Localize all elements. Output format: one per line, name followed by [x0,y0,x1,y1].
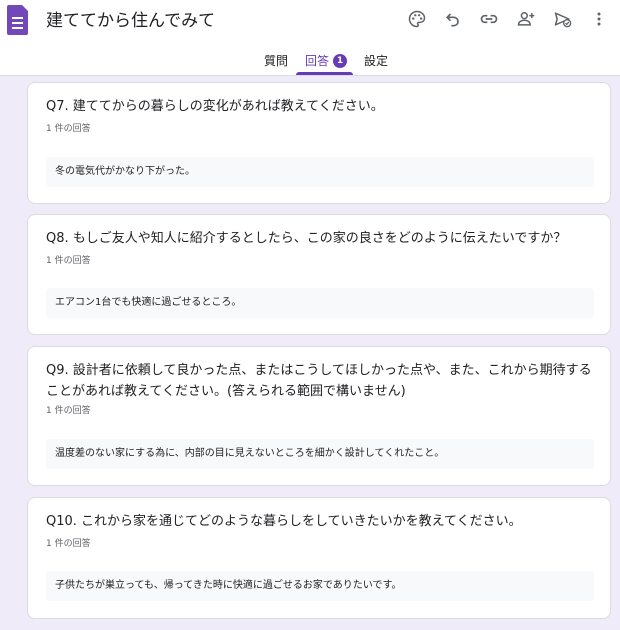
more-vert-icon[interactable] [587,7,611,31]
answer-text: 子供たちが巣立っても、帰ってきた時に快適に過ごせるお家でありたいです。 [46,571,594,601]
response-count-badge: 1 [333,54,347,68]
tab-responses[interactable]: 回答 [305,52,329,70]
answer-text: エアコン1台でも快適に過ごせるところ。 [46,288,594,318]
question-card-q10: Q10. これから家を通じてどのような暮らしをしていきたいかを教えてください。 … [27,497,611,619]
palette-icon[interactable] [405,7,429,31]
question-card-q9: Q9. 設計者に依頼して良かった点、またはこうしてほしかった点や、また、これから… [27,346,611,486]
tab-settings[interactable]: 設定 [364,52,388,70]
response-count: 1 件の回答 [46,406,91,416]
question-card-q7: Q7. 建ててからの暮らしの変化があれば教えてください。 1 件の回答 冬の電気… [27,82,611,204]
question-title: Q7. 建ててからの暮らしの変化があれば教えてください。 [46,99,384,114]
response-count: 1 件の回答 [46,256,91,266]
answer-text: 温度差のない家にする為に、内部の目に見えないところを細かく設計してくれたこと。 [46,439,594,469]
question-title: Q9. 設計者に依頼して良かった点、またはこうしてほしかった点や、また、これから… [46,363,592,399]
question-title: Q8. もしご友人や知人に紹介するとしたら、この家の良さをどのように伝えたいです… [46,231,567,246]
undo-icon[interactable] [441,7,465,31]
link-icon[interactable] [477,7,501,31]
send-icon[interactable] [551,7,575,31]
active-tab-indicator [296,72,353,75]
response-count: 1 件の回答 [46,539,91,549]
tab-questions[interactable]: 質問 [264,52,288,70]
form-title[interactable]: 建ててから住んでみて [46,9,215,33]
add-collaborator-icon[interactable] [514,7,538,31]
response-count: 1 件の回答 [46,124,91,134]
top-app-bar: 建ててから住んでみて 質問 回答 1 設定 [0,0,620,76]
answer-text: 冬の電気代がかなり下がった。 [46,157,594,187]
question-card-q8: Q8. もしご友人や知人に紹介するとしたら、この家の良さをどのように伝えたいです… [27,214,611,335]
forms-logo-icon[interactable] [7,5,28,35]
question-title: Q10. これから家を通じてどのような暮らしをしていきたいかを教えてください。 [46,514,522,529]
